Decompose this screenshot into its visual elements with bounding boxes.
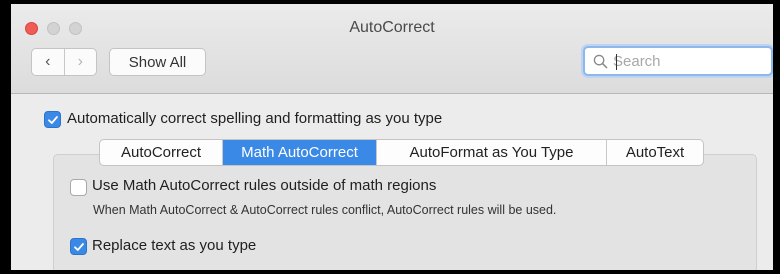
window-title: AutoCorrect bbox=[349, 19, 435, 36]
autocorrect-window: AutoCorrect ‹ › Show All Auto bbox=[11, 4, 773, 270]
show-all-button[interactable]: Show All bbox=[109, 48, 206, 76]
toolbar: AutoCorrect ‹ › Show All bbox=[11, 4, 773, 94]
forward-button[interactable]: › bbox=[65, 49, 97, 75]
tab-math-autocorrect[interactable]: Math AutoCorrect bbox=[223, 140, 377, 165]
tab-autoformat[interactable]: AutoFormat as You Type bbox=[377, 140, 607, 165]
outside-math-checkbox[interactable] bbox=[70, 179, 87, 196]
outside-math-label: Use Math AutoCorrect rules outside of ma… bbox=[92, 177, 437, 194]
conflict-note: When Math AutoCorrect & AutoCorrect rule… bbox=[93, 203, 557, 217]
auto-correct-checkbox[interactable] bbox=[44, 111, 61, 128]
search-field[interactable] bbox=[583, 46, 773, 76]
chevron-left-icon: ‹ bbox=[45, 53, 51, 70]
nav-button-group: ‹ › bbox=[31, 48, 97, 76]
text-caret bbox=[616, 54, 617, 70]
replace-text-label: Replace text as you type bbox=[92, 237, 257, 254]
replace-text-checkbox[interactable] bbox=[70, 238, 87, 255]
tab-bar: AutoCorrect Math AutoCorrect AutoFormat … bbox=[99, 139, 704, 166]
search-icon bbox=[593, 54, 608, 69]
tab-autotext[interactable]: AutoText bbox=[607, 140, 703, 165]
checkmark-icon bbox=[73, 242, 84, 251]
chevron-right-icon: › bbox=[77, 53, 83, 70]
auto-correct-label: Automatically correct spelling and forma… bbox=[67, 110, 443, 127]
back-button[interactable]: ‹ bbox=[32, 49, 65, 75]
search-input[interactable] bbox=[613, 52, 763, 70]
checkmark-icon bbox=[47, 115, 58, 124]
tab-autocorrect[interactable]: AutoCorrect bbox=[100, 140, 223, 165]
